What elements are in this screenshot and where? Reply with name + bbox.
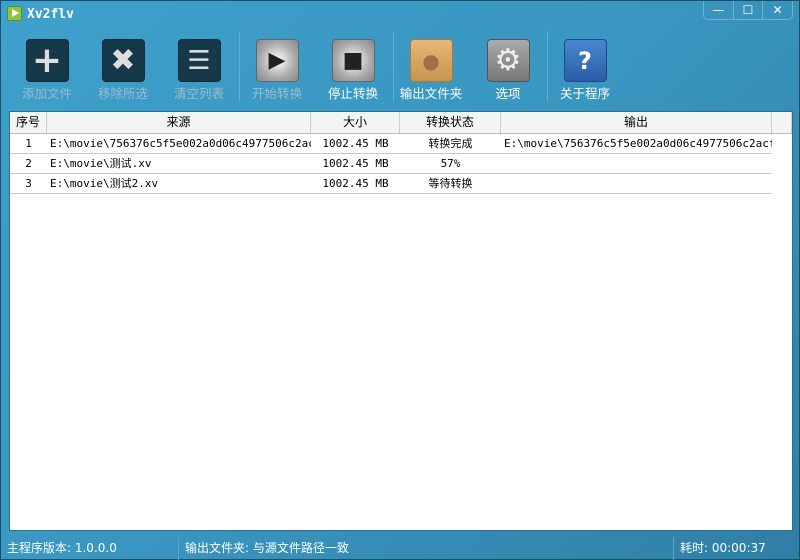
col-size[interactable]: 大小 xyxy=(311,112,400,133)
cell-index: 1 xyxy=(25,137,32,150)
window-controls: — ☐ ✕ xyxy=(703,1,793,20)
table-row[interactable]: 2 E:\movie\测试.xv 1002.45 MB 57% xyxy=(10,154,772,174)
app-play-icon xyxy=(7,6,22,21)
status-version: 主程序版本: 1.0.0.0 xyxy=(1,537,179,560)
status-bar: 主程序版本: 1.0.0.0 输出文件夹: 与源文件路径一致 耗时: 00:00… xyxy=(1,537,799,560)
cell-status: 等待转换 xyxy=(428,177,473,190)
clear-list-label: 清空列表 xyxy=(173,86,224,101)
app-window: Xv2flv — ☐ ✕ + 添加文件 ✖ 移除所选 ☰ 清空列表 ▶ 开始转换 ■ 停止… xyxy=(0,0,800,560)
file-list-table[interactable]: 序号 来源 大小 转换状态 输出 1 E:\movie\756376c5f5e00… xyxy=(9,111,793,531)
remove-selected-button[interactable]: ✖ 移除所选 xyxy=(85,39,161,102)
list-icon: ☰ xyxy=(177,39,221,82)
plus-icon: + xyxy=(25,39,69,82)
close-button[interactable]: ✕ xyxy=(763,1,792,19)
add-file-label: 添加文件 xyxy=(21,86,72,101)
col-status[interactable]: 转换状态 xyxy=(400,112,501,133)
col-output[interactable]: 输出 xyxy=(501,112,772,133)
about-label: 关于程序 xyxy=(559,86,610,101)
remove-selected-label: 移除所选 xyxy=(97,86,148,101)
cell-source: E:\movie\测试2.xv xyxy=(50,177,159,190)
maximize-button[interactable]: ☐ xyxy=(734,1,764,19)
options-button[interactable]: ⚙ 选项 xyxy=(470,39,546,102)
stop-convert-label: 停止转换 xyxy=(327,86,378,101)
cell-size: 1002.45 MB xyxy=(322,157,389,170)
help-icon: ? xyxy=(563,39,607,82)
folder-icon: ● xyxy=(409,39,453,82)
output-folder-label: 输出文件夹 xyxy=(399,86,463,101)
cell-status: 57% xyxy=(440,157,461,170)
add-file-button[interactable]: + 添加文件 xyxy=(9,39,85,102)
cell-source: E:\movie\测试.xv xyxy=(50,157,152,170)
about-button[interactable]: ? 关于程序 xyxy=(547,39,623,102)
table-header: 序号 来源 大小 转换状态 输出 xyxy=(10,112,792,134)
stop-convert-button[interactable]: ■ 停止转换 xyxy=(315,39,391,102)
status-elapsed: 耗时: 00:00:37 xyxy=(680,541,766,555)
start-convert-label: 开始转换 xyxy=(251,86,302,101)
window-title: Xv2flv xyxy=(27,7,74,22)
gear-icon: ⚙ xyxy=(486,39,530,82)
start-convert-button[interactable]: ▶ 开始转换 xyxy=(239,39,315,102)
col-source[interactable]: 来源 xyxy=(47,112,311,133)
table-row[interactable]: 1 E:\movie\756376c5f5e002a0d06c4977506c2a… xyxy=(10,134,772,154)
x-icon: ✖ xyxy=(101,39,145,82)
options-label: 选项 xyxy=(495,86,521,101)
clear-list-button[interactable]: ☰ 清空列表 xyxy=(161,39,237,102)
col-index[interactable]: 序号 xyxy=(10,112,47,133)
cell-index: 3 xyxy=(25,177,32,190)
minimize-button[interactable]: — xyxy=(704,1,734,19)
cell-output xyxy=(501,174,772,193)
cell-status: 转换完成 xyxy=(428,137,473,150)
table-row[interactable]: 3 E:\movie\测试2.xv 1002.45 MB 等待转换 xyxy=(10,174,772,194)
cell-source: E:\movie\756376c5f5e002a0d06c4977506c2ac… xyxy=(50,137,311,150)
col-filler xyxy=(772,112,792,133)
play-icon: ▶ xyxy=(255,39,299,82)
cell-output: E:\movie\756376c5f5e002a0d06c4977506c2ac… xyxy=(504,137,772,150)
cell-index: 2 xyxy=(25,157,32,170)
status-output-folder: 输出文件夹: 与源文件路径一致 xyxy=(179,537,674,560)
stop-icon: ■ xyxy=(331,39,375,82)
cell-size: 1002.45 MB xyxy=(322,137,389,150)
cell-output xyxy=(501,154,772,173)
output-folder-button[interactable]: ● 输出文件夹 xyxy=(393,39,469,102)
cell-size: 1002.45 MB xyxy=(322,177,389,190)
